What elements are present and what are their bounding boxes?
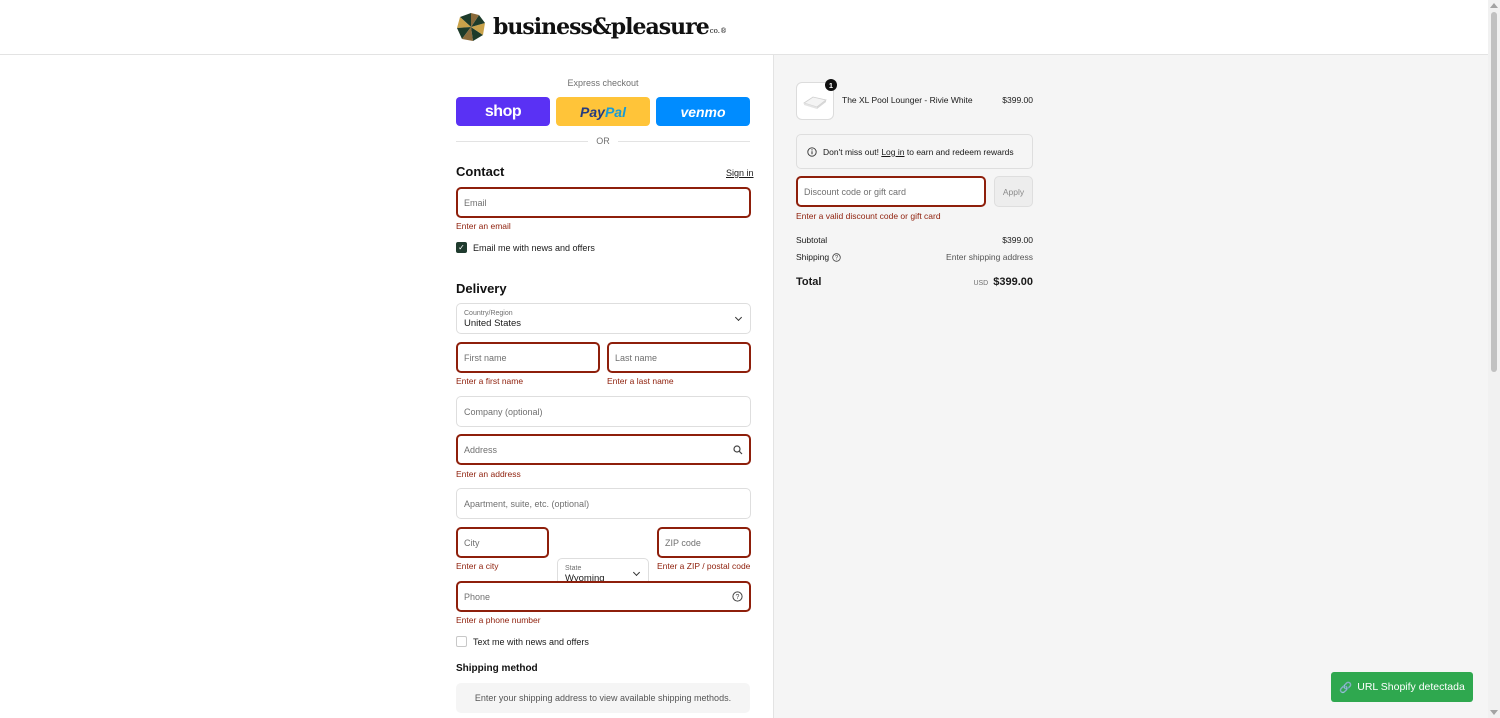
shipping-method-text: Enter your shipping address to view avai…	[474, 693, 732, 703]
shop-pay-button[interactable]: shop	[456, 97, 550, 126]
subtotal-value: $399.00	[1002, 235, 1033, 245]
phone-error: Enter a phone number	[456, 615, 541, 625]
help-circle-icon[interactable]: ?	[832, 252, 841, 262]
or-label: OR	[596, 136, 610, 146]
shipping-method-message: Enter your shipping address to view avai…	[456, 683, 750, 713]
address-placeholder: Address	[464, 444, 498, 455]
email-field[interactable]: Email	[456, 187, 751, 218]
express-checkout-label: Express checkout	[567, 78, 639, 88]
newsletter-option[interactable]: ✓ Email me with news and offers	[456, 242, 595, 253]
zip-field[interactable]: ZIP code	[657, 527, 751, 558]
email-placeholder: Email	[464, 197, 487, 208]
email-error: Enter an email	[456, 221, 511, 231]
paypal-button[interactable]: Pay Pal	[556, 97, 650, 126]
total-label: Total	[796, 276, 822, 288]
pool-lounger-image	[803, 96, 827, 109]
product-thumbnail: 1	[796, 79, 837, 120]
help-circle-icon[interactable]: ?	[732, 591, 743, 602]
chevron-down-icon	[632, 568, 641, 577]
shipping-label-group: Shipping ?	[796, 252, 841, 262]
rewards-prefix: Don't miss out!	[823, 146, 879, 157]
contact-title: Contact	[456, 164, 505, 179]
address-field[interactable]: Address	[456, 434, 751, 465]
scroll-up-arrow[interactable]	[1490, 3, 1498, 8]
phone-placeholder: Phone	[464, 591, 491, 602]
city-placeholder: City	[464, 537, 480, 548]
company-field[interactable]: Company (optional)	[456, 396, 751, 427]
rewards-text: Don't miss out! Log in to earn and redee…	[823, 147, 1014, 157]
apartment-placeholder: Apartment, suite, etc. (optional)	[464, 498, 590, 509]
paypal-label-part1: Pay	[580, 103, 605, 120]
rewards-suffix: to earn and redeem rewards	[906, 146, 1014, 157]
discount-error: Enter a valid discount code or gift card	[796, 211, 941, 221]
first-name-field[interactable]: First name	[456, 342, 600, 373]
last-name-field[interactable]: Last name	[607, 342, 751, 373]
search-icon	[733, 444, 743, 455]
shop-pay-label: shop	[484, 102, 522, 120]
city-error: Enter a city	[456, 561, 499, 571]
sms-checkbox[interactable]	[456, 636, 467, 647]
product-name: The XL Pool Lounger - Rivie White	[842, 95, 973, 105]
zip-error: Enter a ZIP / postal code	[657, 561, 751, 571]
apartment-field[interactable]: Apartment, suite, etc. (optional)	[456, 488, 751, 519]
checkout-header: business&pleasure co.®	[0, 0, 1488, 55]
first-name-placeholder: First name	[464, 352, 507, 363]
first-name-error: Enter a first name	[456, 376, 524, 386]
currency-code: USD	[973, 280, 989, 287]
country-value: United States	[464, 317, 522, 329]
or-divider: OR	[456, 136, 750, 146]
sms-label: Text me with news and offers	[473, 636, 589, 647]
delivery-title: Delivery	[456, 281, 507, 296]
quantity-badge: 1	[825, 79, 837, 91]
rewards-login-link[interactable]: Log in	[881, 147, 904, 157]
country-select[interactable]: Country/Region United States	[456, 303, 751, 334]
product-price: $399.00	[1002, 95, 1033, 105]
subtotal-label: Subtotal	[796, 235, 828, 245]
state-label: State	[565, 564, 582, 572]
phone-field[interactable]: Phone ?	[456, 581, 751, 612]
paypal-label-part2: Pal	[604, 103, 626, 120]
newsletter-checkbox[interactable]: ✓	[456, 242, 467, 253]
subtotal-row: Subtotal $399.00	[796, 235, 1033, 245]
shipping-row: Shipping ? Enter shipping address	[796, 252, 1033, 262]
info-icon	[807, 146, 817, 157]
discount-code-field[interactable]: Discount code or gift card	[796, 176, 986, 207]
shipping-label: Shipping	[796, 252, 830, 262]
rewards-banner: Don't miss out! Log in to earn and redee…	[796, 134, 1033, 169]
divider-line	[617, 140, 750, 142]
scroll-down-arrow[interactable]	[1490, 710, 1498, 715]
address-error: Enter an address	[456, 469, 521, 479]
company-placeholder: Company (optional)	[464, 406, 543, 417]
shopify-detected-button[interactable]: 🔗 URL Shopify detectada	[1331, 672, 1473, 702]
logo-wordmark: business&pleasure	[493, 14, 710, 40]
shopify-detected-label: URL Shopify detectada	[1357, 681, 1465, 693]
shipping-method-title: Shipping method	[456, 663, 538, 674]
venmo-button[interactable]: venmo	[656, 97, 750, 126]
sms-option[interactable]: Text me with news and offers	[456, 636, 589, 647]
chevron-down-icon	[734, 313, 743, 322]
city-field[interactable]: City	[456, 527, 549, 558]
umbrella-logo-icon	[457, 13, 485, 41]
discount-placeholder: Discount code or gift card	[804, 186, 907, 197]
venmo-label: venmo	[680, 103, 726, 120]
logo-suffix: co.®	[709, 27, 727, 35]
total-amount-group: USD $399.00	[973, 276, 1033, 288]
link-icon: 🔗	[1339, 681, 1353, 694]
shipping-value: Enter shipping address	[946, 252, 1033, 262]
apply-label: Apply	[1002, 186, 1025, 197]
total-value: $399.00	[993, 276, 1033, 288]
store-logo[interactable]: business&pleasure co.®	[456, 12, 727, 42]
total-row: Total USD $399.00	[796, 276, 1033, 288]
country-label: Country/Region	[464, 309, 513, 317]
newsletter-label: Email me with news and offers	[473, 242, 595, 253]
page-scrollbar[interactable]	[1488, 0, 1500, 718]
divider-line	[456, 140, 589, 142]
last-name-error: Enter a last name	[607, 376, 674, 386]
sign-in-link[interactable]: Sign in	[726, 168, 754, 178]
last-name-placeholder: Last name	[615, 352, 658, 363]
scroll-thumb[interactable]	[1491, 12, 1497, 372]
zip-placeholder: ZIP code	[665, 537, 701, 548]
apply-discount-button[interactable]: Apply	[994, 176, 1033, 207]
svg-text:?: ?	[736, 594, 740, 601]
